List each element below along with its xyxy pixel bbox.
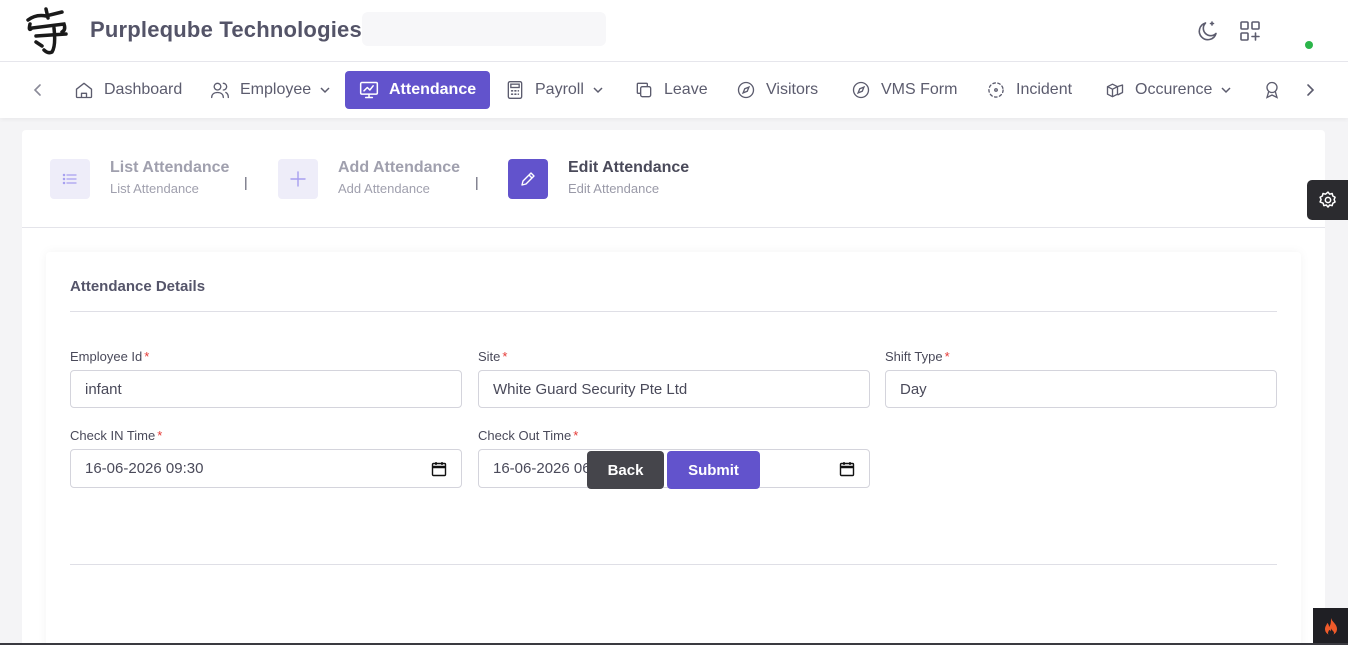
step-separator: | xyxy=(244,174,248,190)
nav-item-attendance[interactable]: Attendance xyxy=(345,71,491,109)
nav-item-incident[interactable]: Incident xyxy=(986,71,1072,109)
employee-id-input[interactable]: infant xyxy=(70,370,462,408)
attendance-details-panel: Attendance Details Employee Id * infant S… xyxy=(46,252,1301,645)
shift-type-input[interactable]: Day xyxy=(885,370,1277,408)
focus-icon xyxy=(988,82,1004,98)
check-in-field: Check IN Time * 16-06-2026 09:30 xyxy=(70,428,462,488)
step-edit-attendance[interactable]: Edit Attendance Edit Attendance xyxy=(508,158,689,200)
step-subtitle: List Attendance xyxy=(110,181,199,196)
pencil-icon xyxy=(521,172,535,186)
nav-item-dashboard[interactable]: Dashboard xyxy=(74,71,182,109)
nav-label: Leave xyxy=(664,81,708,98)
step-title: Edit Attendance xyxy=(568,159,690,176)
boxes-icon xyxy=(1106,83,1124,98)
nav-item-payroll[interactable]: Payroll xyxy=(505,71,604,109)
nav-scroll-left-icon[interactable] xyxy=(28,80,48,100)
nav-label: Payroll xyxy=(535,81,584,98)
nav-label: Visitors xyxy=(766,81,819,98)
compass-icon xyxy=(852,81,870,99)
calendar-icon[interactable] xyxy=(839,461,855,477)
employee-id-field: Employee Id * infant xyxy=(70,349,462,408)
nav-item-visitors[interactable]: Visitors xyxy=(736,71,818,109)
step-title: List Attendance xyxy=(110,159,230,176)
field-label: Shift Type * xyxy=(885,349,950,364)
nav-item-leave[interactable]: Leave xyxy=(634,71,708,109)
required-marker: * xyxy=(144,349,150,364)
step-icon-box xyxy=(508,159,548,199)
stepper: List Attendance List Attendance | Add At… xyxy=(22,130,1325,228)
monitor-chart-icon xyxy=(359,81,379,99)
nav-item-vms-form[interactable]: VMS Form xyxy=(851,71,957,109)
step-add-attendance[interactable]: Add Attendance Add Attendance xyxy=(278,158,460,200)
nav-item-occurence[interactable]: Occurence xyxy=(1105,71,1232,109)
shift-type-field: Shift Type * Day xyxy=(885,349,1277,408)
users-icon xyxy=(211,82,229,99)
submit-button[interactable]: Submit xyxy=(667,451,760,489)
header-search-area[interactable] xyxy=(362,12,606,46)
site-field: Site * White Guard Security Pte Ltd xyxy=(478,349,870,408)
chevron-down-icon xyxy=(1221,87,1231,94)
field-label: Site * xyxy=(478,349,508,364)
step-separator: | xyxy=(475,174,479,190)
divider xyxy=(70,564,1277,565)
calendar-icon[interactable] xyxy=(431,461,447,477)
back-button[interactable]: Back xyxy=(587,451,664,489)
site-input[interactable]: White Guard Security Pte Ltd xyxy=(478,370,870,408)
step-icon-box xyxy=(50,159,90,199)
main-nav: Dashboard Employee Attendance Payroll Le… xyxy=(0,62,1348,118)
chevron-down-icon xyxy=(593,87,603,94)
step-subtitle: Edit Attendance xyxy=(568,181,660,196)
step-subtitle: Add Attendance xyxy=(338,181,430,196)
compass-icon xyxy=(737,81,755,99)
nav-item-employee[interactable]: Employee xyxy=(210,71,331,109)
nav-label: Incident xyxy=(1016,81,1073,98)
settings-toggle[interactable] xyxy=(1307,180,1348,220)
attendance-card: List Attendance List Attendance | Add At… xyxy=(22,130,1325,645)
step-list-attendance[interactable]: List Attendance List Attendance xyxy=(50,158,229,200)
online-status-dot xyxy=(1305,41,1313,49)
company-name: Purpleqube Technologies xyxy=(90,17,362,42)
nav-label: Dashboard xyxy=(104,81,183,98)
brand-logo[interactable] xyxy=(22,6,72,56)
top-header: Purpleqube Technologies xyxy=(0,0,1348,62)
required-marker: * xyxy=(944,349,950,364)
plus-icon xyxy=(290,171,306,187)
check-in-input[interactable]: 16-06-2026 09:30 xyxy=(70,449,462,488)
nav-label: Attendance xyxy=(389,81,477,98)
step-icon-box xyxy=(278,159,318,199)
required-marker: * xyxy=(502,349,508,364)
field-label: Check IN Time * xyxy=(70,428,163,443)
flame-icon xyxy=(1324,617,1337,636)
list-icon xyxy=(62,173,77,185)
required-marker: * xyxy=(573,428,579,443)
nav-label: Occurence xyxy=(1135,81,1213,98)
gear-icon xyxy=(1318,191,1336,208)
apps-add-icon[interactable] xyxy=(1238,19,1262,43)
award-icon[interactable] xyxy=(1262,80,1282,100)
required-marker: * xyxy=(157,428,163,443)
copy-icon xyxy=(636,82,652,98)
calculator-icon xyxy=(507,81,523,99)
field-label: Check Out Time * xyxy=(478,428,579,443)
nav-scroll-right-icon[interactable] xyxy=(1300,80,1320,100)
home-icon xyxy=(75,82,93,99)
field-label: Employee Id * xyxy=(70,349,150,364)
dev-toolbar-badge[interactable] xyxy=(1313,608,1348,645)
divider xyxy=(70,311,1277,312)
moon-icon[interactable] xyxy=(1196,19,1220,43)
section-title: Attendance Details xyxy=(70,278,206,295)
chevron-down-icon xyxy=(320,87,330,94)
step-title: Add Attendance xyxy=(338,159,461,176)
nav-label: Employee xyxy=(240,81,312,98)
nav-label: VMS Form xyxy=(881,81,958,98)
